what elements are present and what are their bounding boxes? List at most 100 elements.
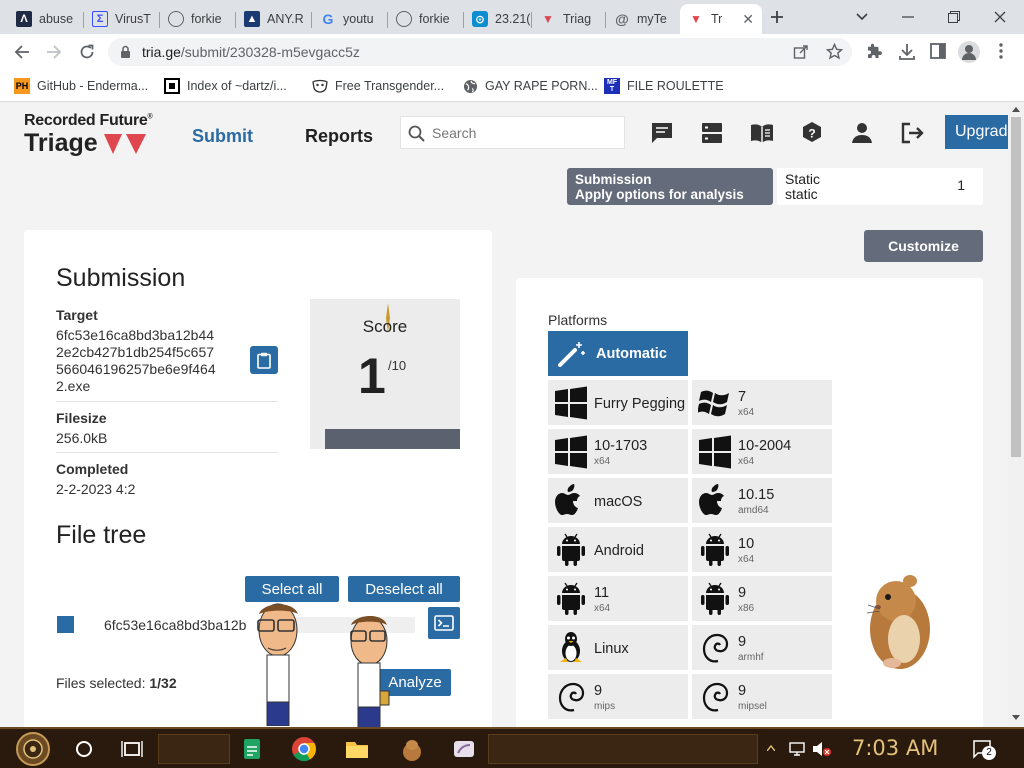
arrow-right-icon xyxy=(47,45,62,59)
static-option[interactable]: Static static 1 xyxy=(777,168,983,205)
plus-icon xyxy=(771,11,783,23)
platform-arch: mips xyxy=(594,701,616,712)
platform-option[interactable]: Linux xyxy=(548,625,688,670)
browser-tab[interactable]: ▲ ANY.R xyxy=(236,4,312,34)
bookmark-item[interactable]: Free Transgender... xyxy=(312,78,444,94)
star-icon[interactable] xyxy=(826,43,843,60)
tab-search-button[interactable] xyxy=(848,5,876,29)
nav-reports-link[interactable]: Reports xyxy=(305,126,373,147)
platform-option[interactable]: Furry Pegging xyxy=(548,380,688,425)
platform-option[interactable]: 10 x64 xyxy=(692,527,832,572)
file-checkbox[interactable] xyxy=(57,616,74,633)
browser-tab[interactable]: @ myTe xyxy=(606,4,680,34)
hamster-image xyxy=(866,575,930,669)
back-button[interactable] xyxy=(10,41,34,63)
chevron-up-icon[interactable] xyxy=(767,745,775,751)
url-text[interactable]: tria.ge/submit/230328-m5evgacc5z xyxy=(142,44,360,60)
user-icon[interactable] xyxy=(850,121,874,145)
paint-app-icon[interactable] xyxy=(450,735,478,763)
chat-icon[interactable] xyxy=(650,121,674,145)
platform-option[interactable]: macOS xyxy=(548,478,688,523)
help-icon[interactable]: ? xyxy=(800,121,824,145)
search-input[interactable]: Search xyxy=(400,116,625,149)
task-view-icon[interactable] xyxy=(118,735,146,763)
folder-icon[interactable] xyxy=(343,735,371,763)
logo-triage[interactable]: Triage xyxy=(24,129,98,158)
bookmark-item[interactable]: GAY RAPE PORN... xyxy=(462,78,598,94)
divider xyxy=(56,452,278,453)
taskbar-clock[interactable]: 7:03 AM xyxy=(852,736,938,760)
network-icon[interactable] xyxy=(788,741,806,757)
taskbar-slot xyxy=(158,734,230,764)
download-icon[interactable] xyxy=(898,43,916,61)
volume-muted-icon[interactable] xyxy=(812,741,832,757)
scrollbar-thumb[interactable] xyxy=(1011,117,1021,457)
sheets-icon[interactable] xyxy=(238,735,266,763)
browser-toolbar: tria.ge/submit/230328-m5evgacc5z xyxy=(0,34,1024,70)
browser-tab[interactable]: ⊙ 23.21( xyxy=(464,4,532,34)
bookmark-item[interactable]: MF T FILE ROULETTE xyxy=(604,78,724,94)
extensions-icon[interactable] xyxy=(865,43,883,61)
logo-brand[interactable]: Recorded Future® xyxy=(24,112,153,130)
nav-submit-link[interactable]: Submit xyxy=(192,126,253,147)
cartoon-character-image xyxy=(257,603,298,726)
platform-option[interactable]: 7 x64 xyxy=(692,380,832,425)
new-tab-button[interactable] xyxy=(763,5,791,29)
copy-button[interactable] xyxy=(250,346,278,374)
dashboard-icon[interactable] xyxy=(700,121,724,145)
platform-option[interactable]: 9 armhf xyxy=(692,625,832,670)
minimize-icon xyxy=(902,16,914,18)
file-name[interactable]: 6fc53e16ca8bd3ba12b xyxy=(104,617,264,633)
platform-option[interactable]: 11 x64 xyxy=(548,576,688,621)
platform-option[interactable]: Android xyxy=(548,527,688,572)
address-bar[interactable]: tria.ge/submit/230328-m5evgacc5z xyxy=(108,38,852,66)
bookmark-item[interactable]: Index of ~dartz/i... xyxy=(161,75,287,97)
profile-avatar[interactable] xyxy=(958,41,980,63)
close-window-button[interactable] xyxy=(986,5,1014,29)
reload-button[interactable] xyxy=(75,41,99,63)
platform-option[interactable]: 10.15 amd64 xyxy=(692,478,832,523)
notification-center[interactable]: 2 xyxy=(972,739,996,760)
page-scrollbar[interactable] xyxy=(1008,103,1024,727)
ph-icon: PH xyxy=(14,78,30,94)
start-button-icon[interactable] xyxy=(10,731,56,767)
minimize-button[interactable] xyxy=(894,5,922,29)
share-icon[interactable] xyxy=(793,44,809,60)
platform-option[interactable]: 9 x86 xyxy=(692,576,832,621)
chevron-down-icon xyxy=(856,13,868,21)
browser-tab[interactable]: Σ VirusT xyxy=(84,4,160,34)
browser-tab[interactable]: ▼ Triag xyxy=(532,4,606,34)
browser-tab[interactable]: forkie xyxy=(160,4,236,34)
book-icon[interactable] xyxy=(750,121,774,145)
hamster-app-icon[interactable] xyxy=(398,735,426,763)
restore-button[interactable] xyxy=(940,5,968,29)
platform-option[interactable]: 9 mips xyxy=(548,674,688,719)
browser-tab[interactable]: Λ abuse xyxy=(8,4,84,34)
windows-icon xyxy=(698,435,732,469)
side-panel-icon[interactable] xyxy=(930,43,946,59)
mft-icon: MF T xyxy=(604,78,620,94)
person-icon xyxy=(962,45,976,60)
platforms-title: Platforms xyxy=(548,312,608,328)
triage-icon: ▼ xyxy=(690,12,702,26)
platform-option[interactable]: 10-2004 x64 xyxy=(692,429,832,474)
deselect-all-button[interactable]: Deselect all xyxy=(348,576,460,602)
browser-tab[interactable]: forkie xyxy=(388,4,464,34)
upgrade-button[interactable]: Upgrade xyxy=(945,115,1008,149)
lock-icon xyxy=(121,45,130,58)
platform-option[interactable]: 10-1703 x64 xyxy=(548,429,688,474)
forward-button[interactable] xyxy=(42,41,66,63)
browser-tab[interactable]: G youtu xyxy=(312,4,388,34)
platform-automatic[interactable]: Automatic xyxy=(548,331,688,376)
logout-icon[interactable] xyxy=(900,121,924,145)
close-tab-icon[interactable]: ✕ xyxy=(742,11,754,28)
submission-options-label[interactable]: Submission Apply options for analysis xyxy=(567,168,773,205)
platform-option[interactable]: 9 mipsel xyxy=(692,674,832,719)
cortana-icon[interactable] xyxy=(70,735,98,763)
chrome-icon[interactable] xyxy=(290,735,318,763)
customize-button[interactable]: Customize xyxy=(864,230,983,262)
menu-dots-icon[interactable] xyxy=(999,43,1003,59)
bookmark-item[interactable]: PH GitHub - Enderma... xyxy=(14,78,148,94)
terminal-button[interactable] xyxy=(428,607,460,639)
browser-tab-active[interactable]: ▼ Tr ✕ xyxy=(680,4,762,34)
